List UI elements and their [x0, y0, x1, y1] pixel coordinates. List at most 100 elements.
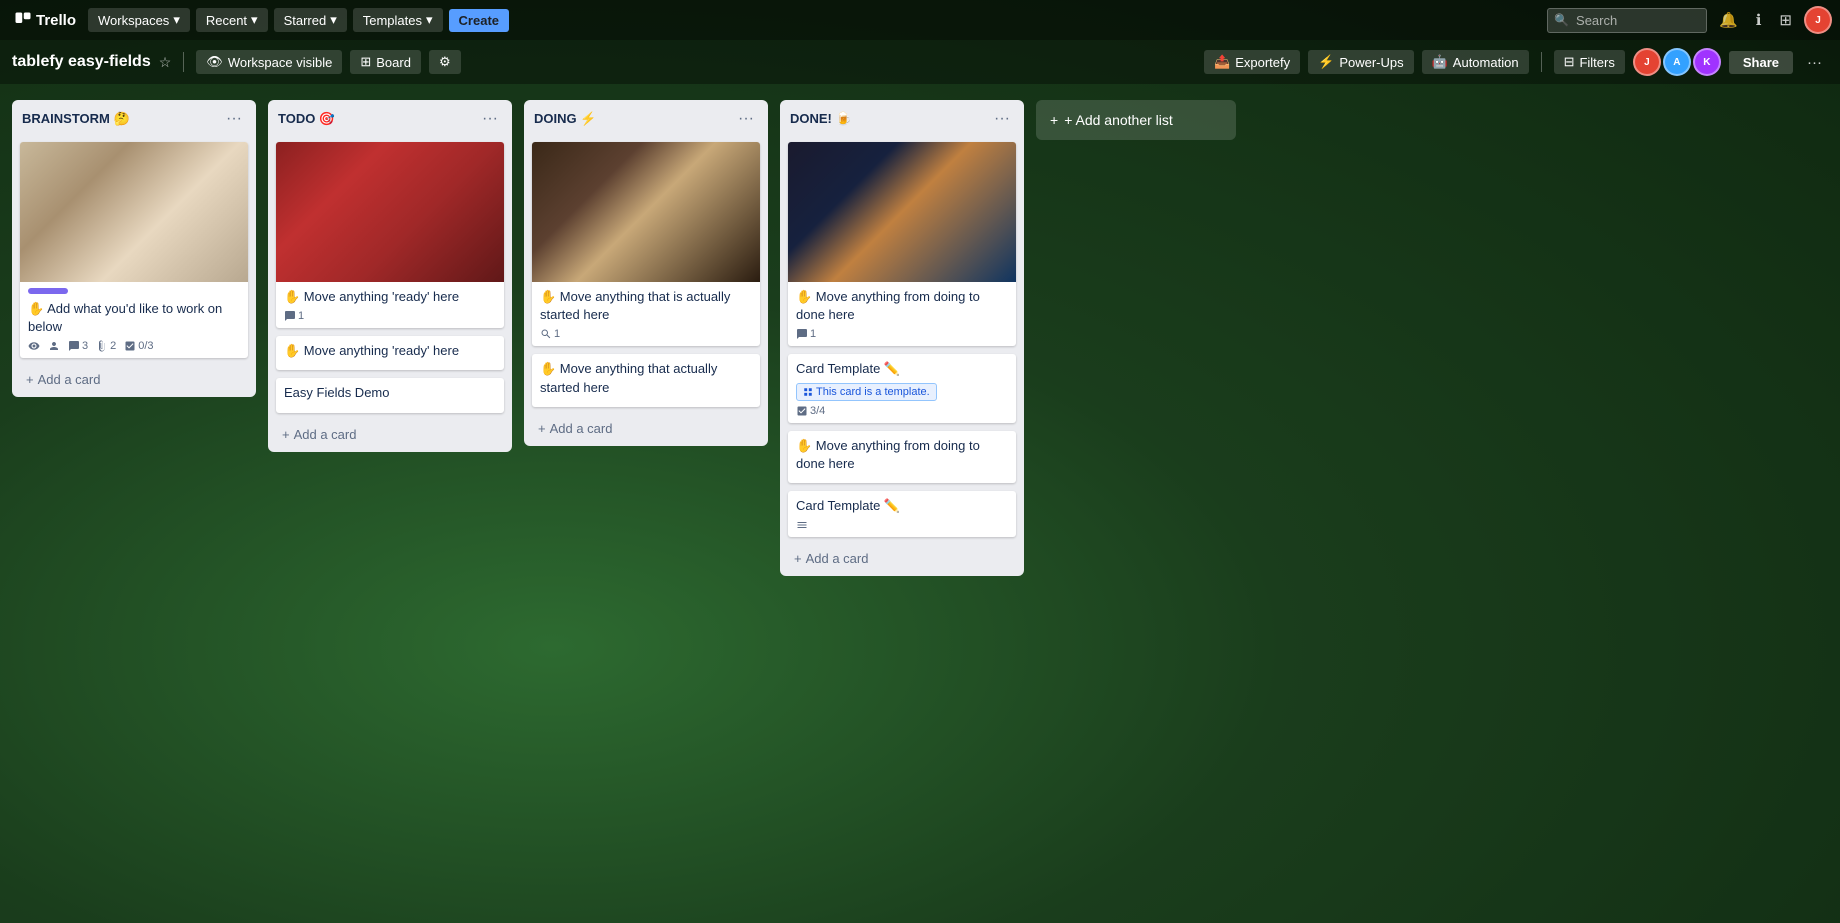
logo-text: Trello — [36, 12, 76, 29]
add-card-brainstorm-button[interactable]: + Add a card — [20, 368, 248, 391]
filters-button[interactable]: ⊟ Filters — [1554, 50, 1625, 74]
plus-icon: + — [1050, 112, 1058, 128]
members-badge — [48, 340, 60, 352]
avatar-1[interactable]: J — [1804, 6, 1832, 34]
topbar: Trello Workspaces ▾ Recent ▾ Starred ▾ T… — [0, 0, 1840, 40]
card-done-template-1[interactable]: ✎ Card Template ✏️ This card is a templa… — [788, 354, 1016, 422]
list-todo-menu-button[interactable]: ··· — [478, 108, 502, 130]
card-done-1[interactable]: ✎ ✋ Move anything from doing to done her… — [788, 142, 1016, 346]
filter-icon: ⊟ — [1564, 54, 1575, 70]
user-avatars: J — [1804, 6, 1832, 34]
add-card-label: Add a card — [38, 372, 101, 387]
boardbar-avatar-2[interactable]: A — [1663, 48, 1691, 76]
add-card-label: Add a card — [294, 427, 357, 442]
card-text: ✋ Move anything 'ready' here — [284, 288, 496, 306]
card-brainstorm-1[interactable]: ✎ ✋ Add what you'd like to work on below… — [20, 142, 248, 358]
plus-icon: + — [282, 427, 290, 442]
separator2 — [1541, 52, 1542, 72]
board-view-button[interactable]: ⊞ Board — [350, 50, 421, 74]
share-button[interactable]: Share — [1729, 51, 1793, 74]
list-brainstorm-title: BRAINSTORM 🤔 — [22, 111, 130, 127]
card-doing-1[interactable]: ✎ ✋ Move anything that is actually start… — [532, 142, 760, 346]
attachments-badge: 2 — [96, 340, 116, 352]
list-done-header: DONE! 🍺 ··· — [780, 100, 1024, 138]
card-footer: 3 2 0/3 — [28, 340, 240, 352]
info-button[interactable]: ℹ — [1750, 7, 1768, 33]
card-cover-doing — [532, 142, 760, 282]
boardbar: tablefy easy-fields ☆ 👁 Workspace visibl… — [0, 40, 1840, 84]
checklist-badge: 0/3 — [124, 340, 153, 352]
card-text: ✋ Move anything from doing to done here — [796, 437, 1008, 473]
list-doing-add-area: + Add a card — [524, 411, 768, 446]
add-card-doing-button[interactable]: + Add a card — [532, 417, 760, 440]
list-done-cards: ✎ ✋ Move anything from doing to done her… — [780, 138, 1024, 541]
card-text-easy-fields: Easy Fields Demo — [284, 384, 496, 402]
separator — [183, 52, 184, 72]
card-footer — [796, 519, 1008, 531]
apps-icon: ⊞ — [1779, 11, 1792, 29]
eye-icon: 👁 — [206, 54, 223, 70]
exportefy-button[interactable]: 📤 Exportefy — [1204, 50, 1300, 74]
num-badge: 1 — [284, 310, 304, 322]
list-doing-header: DOING ⚡ ··· — [524, 100, 768, 138]
card-done-3[interactable]: ✎ ✋ Move anything from doing to done her… — [788, 431, 1016, 483]
list-brainstorm-add-area: + Add a card — [12, 362, 256, 397]
card-done-template-2[interactable]: ✎ Card Template ✏️ — [788, 491, 1016, 537]
desc-badge — [796, 519, 808, 531]
card-todo-easy-fields[interactable]: ✎ Easy Fields Demo — [276, 378, 504, 412]
more-icon: ··· — [1807, 54, 1822, 71]
card-text: ✋ Move anything 'ready' here — [284, 342, 496, 360]
board-content: BRAINSTORM 🤔 ··· ✎ ✋ Add what you'd like… — [0, 84, 1840, 923]
card-cover-brainstorm — [20, 142, 248, 282]
card-todo-1[interactable]: ✎ ✋ Move anything 'ready' here 1 — [276, 142, 504, 328]
list-todo: TODO 🎯 ··· ✎ ✋ Move anything 'ready' her… — [268, 100, 512, 452]
list-doing: DOING ⚡ ··· ✎ ✋ Move anything that is ac… — [524, 100, 768, 446]
card-todo-2[interactable]: ✎ ✋ Move anything 'ready' here — [276, 336, 504, 370]
list-todo-title: TODO 🎯 — [278, 111, 335, 127]
card-footer: 1 — [540, 328, 752, 340]
star-button[interactable]: ☆ — [159, 54, 172, 71]
workspace-visible-button[interactable]: 👁 Workspace visible — [196, 50, 342, 74]
list-done: DONE! 🍺 ··· ✎ ✋ Move anything from doing… — [780, 100, 1024, 576]
list-doing-cards: ✎ ✋ Move anything that is actually start… — [524, 138, 768, 411]
apps-button[interactable]: ⊞ — [1773, 7, 1798, 33]
more-button[interactable]: ··· — [1801, 50, 1828, 75]
add-card-done-button[interactable]: + Add a card — [788, 547, 1016, 570]
comments-badge: 3 — [68, 340, 88, 352]
automation-icon: 🤖 — [1432, 54, 1448, 70]
list-doing-title: DOING ⚡ — [534, 111, 596, 127]
list-brainstorm-cards: ✎ ✋ Add what you'd like to work on below… — [12, 138, 256, 362]
notification-button[interactable]: 🔔 — [1713, 7, 1744, 33]
trello-logo[interactable]: Trello — [8, 11, 82, 29]
list-doing-menu-button[interactable]: ··· — [734, 108, 758, 130]
starred-button[interactable]: Starred ▾ — [274, 8, 347, 32]
add-list-button[interactable]: + + Add another list — [1036, 100, 1236, 140]
create-button[interactable]: Create — [449, 9, 509, 32]
list-brainstorm: BRAINSTORM 🤔 ··· ✎ ✋ Add what you'd like… — [12, 100, 256, 397]
list-done-menu-button[interactable]: ··· — [990, 108, 1014, 130]
powerups-icon: ⚡ — [1318, 54, 1334, 70]
add-card-todo-button[interactable]: + Add a card — [276, 423, 504, 446]
workspaces-button[interactable]: Workspaces ▾ — [88, 8, 190, 32]
add-card-label: Add a card — [550, 421, 613, 436]
boardbar-avatar-1[interactable]: J — [1633, 48, 1661, 76]
search-input[interactable] — [1547, 8, 1707, 33]
boardbar-avatar-3[interactable]: K — [1693, 48, 1721, 76]
add-list-label: + Add another list — [1064, 112, 1173, 128]
list-brainstorm-menu-button[interactable]: ··· — [222, 108, 246, 130]
info-icon: ℹ — [1756, 11, 1762, 29]
card-text: ✋ Move anything from doing to done here — [796, 288, 1008, 324]
card-text: ✋ Move anything that actually started he… — [540, 360, 752, 396]
card-doing-2[interactable]: ✎ ✋ Move anything that actually started … — [532, 354, 760, 406]
list-todo-header: TODO 🎯 ··· — [268, 100, 512, 138]
power-ups-button[interactable]: ⚡ Power-Ups — [1308, 50, 1413, 74]
recent-button[interactable]: Recent ▾ — [196, 8, 268, 32]
customize-button[interactable]: ⚙ — [429, 50, 461, 74]
card-label — [28, 288, 68, 294]
list-brainstorm-header: BRAINSTORM 🤔 ··· — [12, 100, 256, 138]
automation-button[interactable]: 🤖 Automation — [1422, 50, 1529, 74]
templates-button[interactable]: Templates ▾ — [353, 8, 443, 32]
num-badge: 1 — [796, 328, 816, 340]
board-title: tablefy easy-fields — [12, 53, 151, 71]
watch-badge — [28, 340, 40, 352]
